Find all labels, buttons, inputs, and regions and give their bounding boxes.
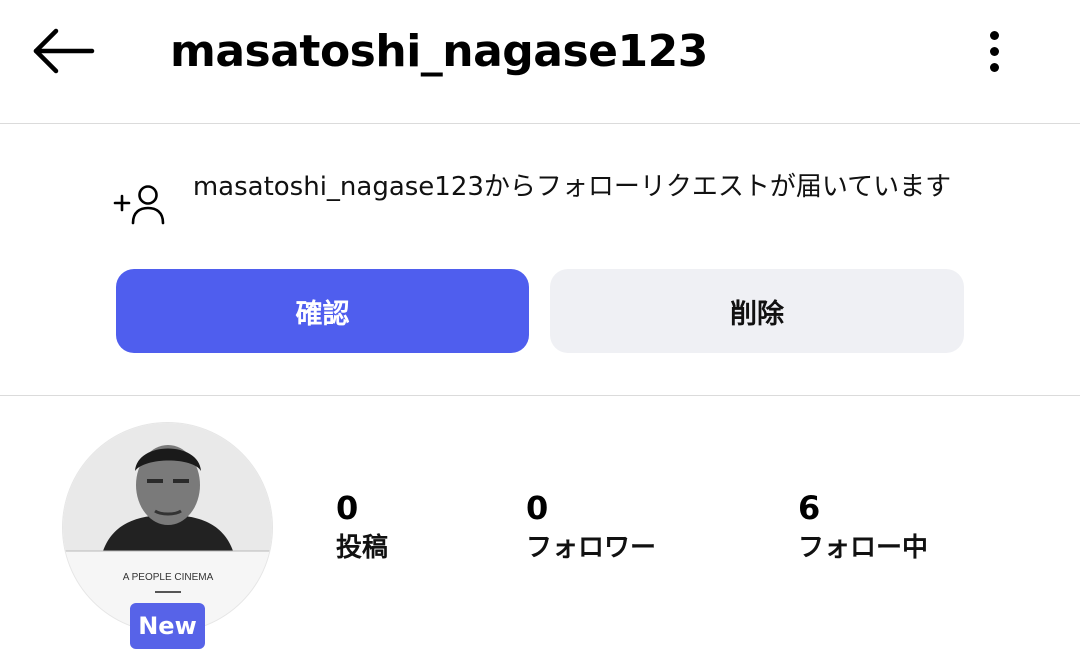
stat-posts[interactable]: 0 投稿 [336,488,388,568]
follow-request-banner: masatoshi_nagase123からフォローリクエストが届いています 確認… [0,124,1080,396]
new-badge: New [130,603,205,649]
more-vertical-icon [990,31,999,40]
stat-following[interactable]: 6 フォロー中 [798,488,928,568]
avatar-caption: A PEOPLE CINEMA [123,572,214,583]
stat-followers[interactable]: 0 フォロワー [526,488,656,568]
more-options-button[interactable] [974,26,1018,76]
stat-value: 6 [798,489,821,527]
arrow-left-icon [33,28,95,74]
stat-label: 投稿 [336,533,389,563]
delete-button[interactable]: 削除 [550,269,964,353]
confirm-button[interactable]: 確認 [116,269,529,353]
profile-header: A PEOPLE CINEMA New 0 投稿 0 フォロワー 6 フォロー中 [0,396,1080,666]
page-title: masatoshi_nagase123 [170,26,708,77]
stat-label: フォロー中 [798,533,929,563]
follow-request-message: masatoshi_nagase123からフォローリクエストが届いています [192,172,952,202]
add-person-icon [113,185,165,225]
top-bar: masatoshi_nagase123 [0,0,1080,124]
stat-value: 0 [336,489,359,527]
back-button[interactable] [30,26,96,76]
stat-value: 0 [526,489,549,527]
avatar[interactable]: A PEOPLE CINEMA [62,422,273,633]
stat-label: フォロワー [526,533,657,563]
profile-photo: A PEOPLE CINEMA [63,423,272,632]
